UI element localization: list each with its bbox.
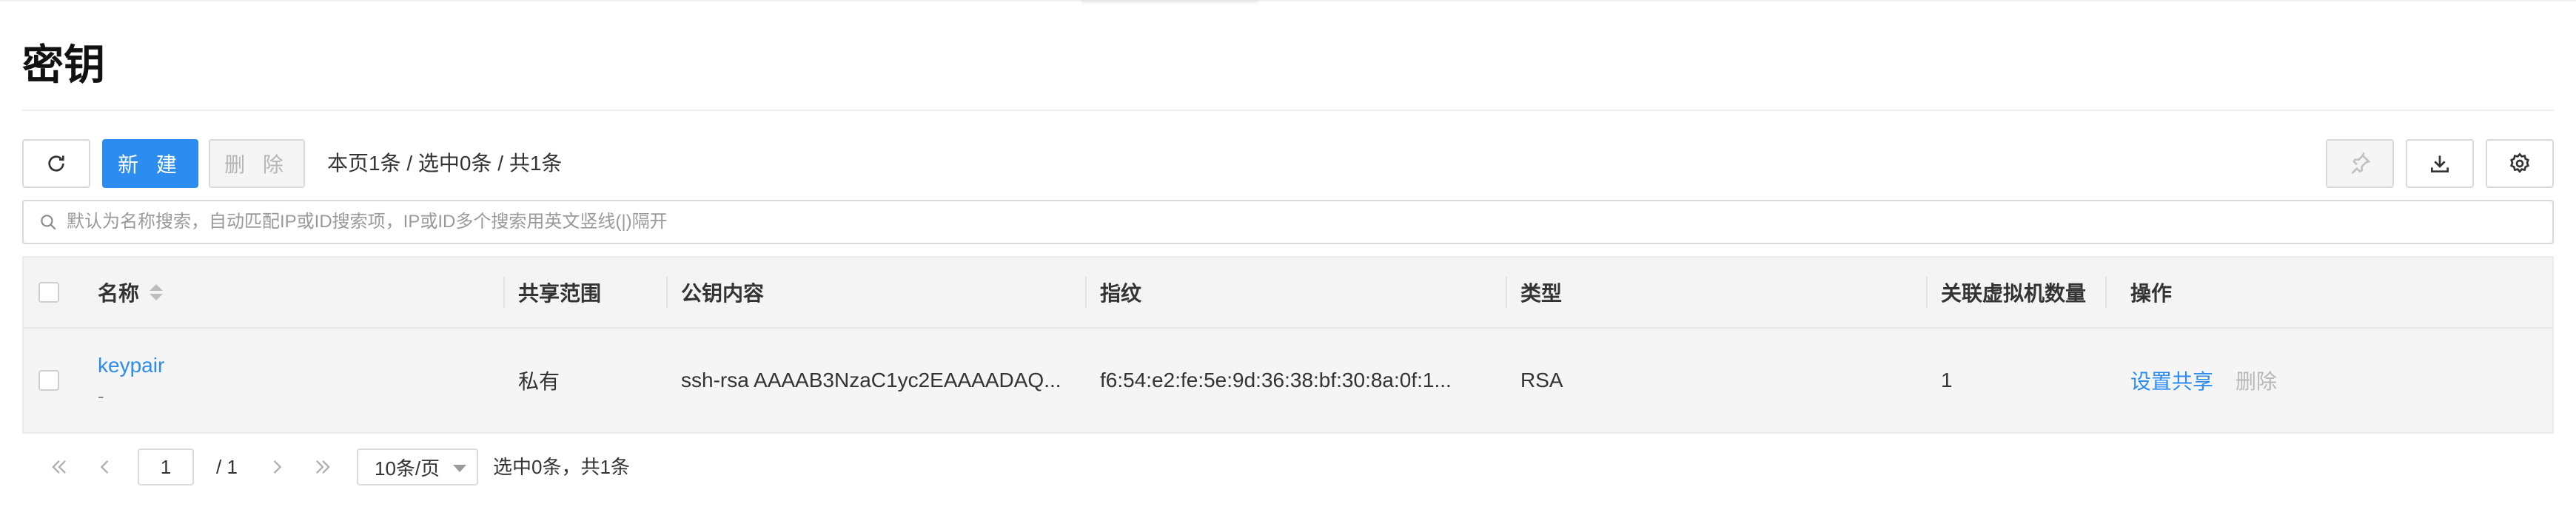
share-scope-cell: 私有 <box>518 370 560 393</box>
row-select-cell <box>38 329 59 432</box>
keypair-table: 名称 共享范围 公钥内容 指纹 类型 关联虚拟机数量 操作 keypair - … <box>22 256 2554 434</box>
chevron-right-icon <box>273 460 282 474</box>
header-name[interactable]: 名称 <box>98 258 164 327</box>
refresh-icon <box>48 155 64 172</box>
record-count-text: 本页1条 / 选中0条 / 共1条 <box>327 152 563 175</box>
search-bar <box>22 200 2554 244</box>
vm-count-cell: 1 <box>1941 369 1953 391</box>
pin-button[interactable] <box>2326 139 2394 188</box>
sort-icon[interactable] <box>150 284 164 300</box>
column-separator[interactable] <box>503 277 505 308</box>
top-border <box>0 0 2576 1</box>
type-cell: RSA <box>1520 369 1563 391</box>
search-input[interactable] <box>65 211 2552 233</box>
delete-button[interactable]: 删 除 <box>209 139 305 188</box>
header-name-label: 名称 <box>98 282 140 305</box>
first-page-button[interactable] <box>49 448 70 485</box>
table-row: keypair - 私有 ssh-rsa AAAAB3NzaC1yc2EAAAA… <box>24 329 2552 432</box>
double-chevron-left-icon <box>52 460 66 474</box>
toolbar: 新 建 删 除 本页1条 / 选中0条 / 共1条 <box>22 139 2554 188</box>
public-key-cell: ssh-rsa AAAAB3NzaC1yc2EAAAADAQ... <box>681 369 1061 391</box>
row-delete-link[interactable]: 删除 <box>2235 366 2277 395</box>
column-separator[interactable] <box>2105 277 2107 308</box>
page-title: 密钥 <box>22 41 105 88</box>
total-pages-text: / 1 <box>216 456 238 478</box>
download-button[interactable] <box>2406 139 2474 188</box>
pin-icon <box>2351 152 2371 175</box>
pagination: 1 / 1 10条/页 选中0条，共1条 <box>22 448 688 485</box>
chevron-down-icon <box>453 465 466 472</box>
header-type: 类型 <box>1520 282 1563 305</box>
select-all-cell <box>38 258 59 327</box>
page-size-select[interactable]: 10条/页 <box>357 448 478 485</box>
fingerprint-cell: f6:54:e2:fe:5e:9d:36:38:bf:30:8a:0f:1... <box>1100 369 1452 391</box>
keypair-description: - <box>98 384 104 407</box>
prev-page-button[interactable] <box>95 448 115 485</box>
next-page-button[interactable] <box>266 448 287 485</box>
chevron-left-icon <box>100 460 109 474</box>
header-actions: 操作 <box>2130 282 2173 305</box>
column-separator[interactable] <box>1085 277 1087 308</box>
gear-icon <box>2510 152 2529 173</box>
name-cell: keypair - <box>98 329 164 432</box>
last-page-button[interactable] <box>312 448 333 485</box>
header-public-key: 公钥内容 <box>681 282 765 305</box>
page-size-value: 10条/页 <box>375 457 440 480</box>
settings-button[interactable] <box>2486 139 2554 188</box>
select-all-checkbox[interactable] <box>38 282 59 303</box>
keypair-name-link[interactable]: keypair <box>98 354 164 377</box>
new-button[interactable]: 新 建 <box>102 139 198 188</box>
column-separator[interactable] <box>1926 277 1928 308</box>
actions-cell: 设置共享 删除 <box>2130 329 2277 432</box>
table-header: 名称 共享范围 公钥内容 指纹 类型 关联虚拟机数量 操作 <box>24 258 2552 329</box>
download-icon <box>2431 155 2449 172</box>
set-share-link[interactable]: 设置共享 <box>2130 366 2213 395</box>
column-separator[interactable] <box>666 277 668 308</box>
page-number-input[interactable]: 1 <box>138 448 194 485</box>
refresh-button[interactable] <box>22 139 90 188</box>
header-share-scope: 共享范围 <box>518 282 602 305</box>
title-divider <box>22 110 2554 111</box>
column-separator[interactable] <box>1506 277 1507 308</box>
search-icon <box>41 215 56 230</box>
selection-summary: 选中0条，共1条 <box>493 456 630 478</box>
row-checkbox[interactable] <box>38 370 59 391</box>
double-chevron-right-icon <box>316 460 330 474</box>
top-tab-shadow <box>1081 0 1258 4</box>
header-fingerprint: 指纹 <box>1100 282 1142 305</box>
header-vm-count: 关联虚拟机数量 <box>1941 282 2087 305</box>
